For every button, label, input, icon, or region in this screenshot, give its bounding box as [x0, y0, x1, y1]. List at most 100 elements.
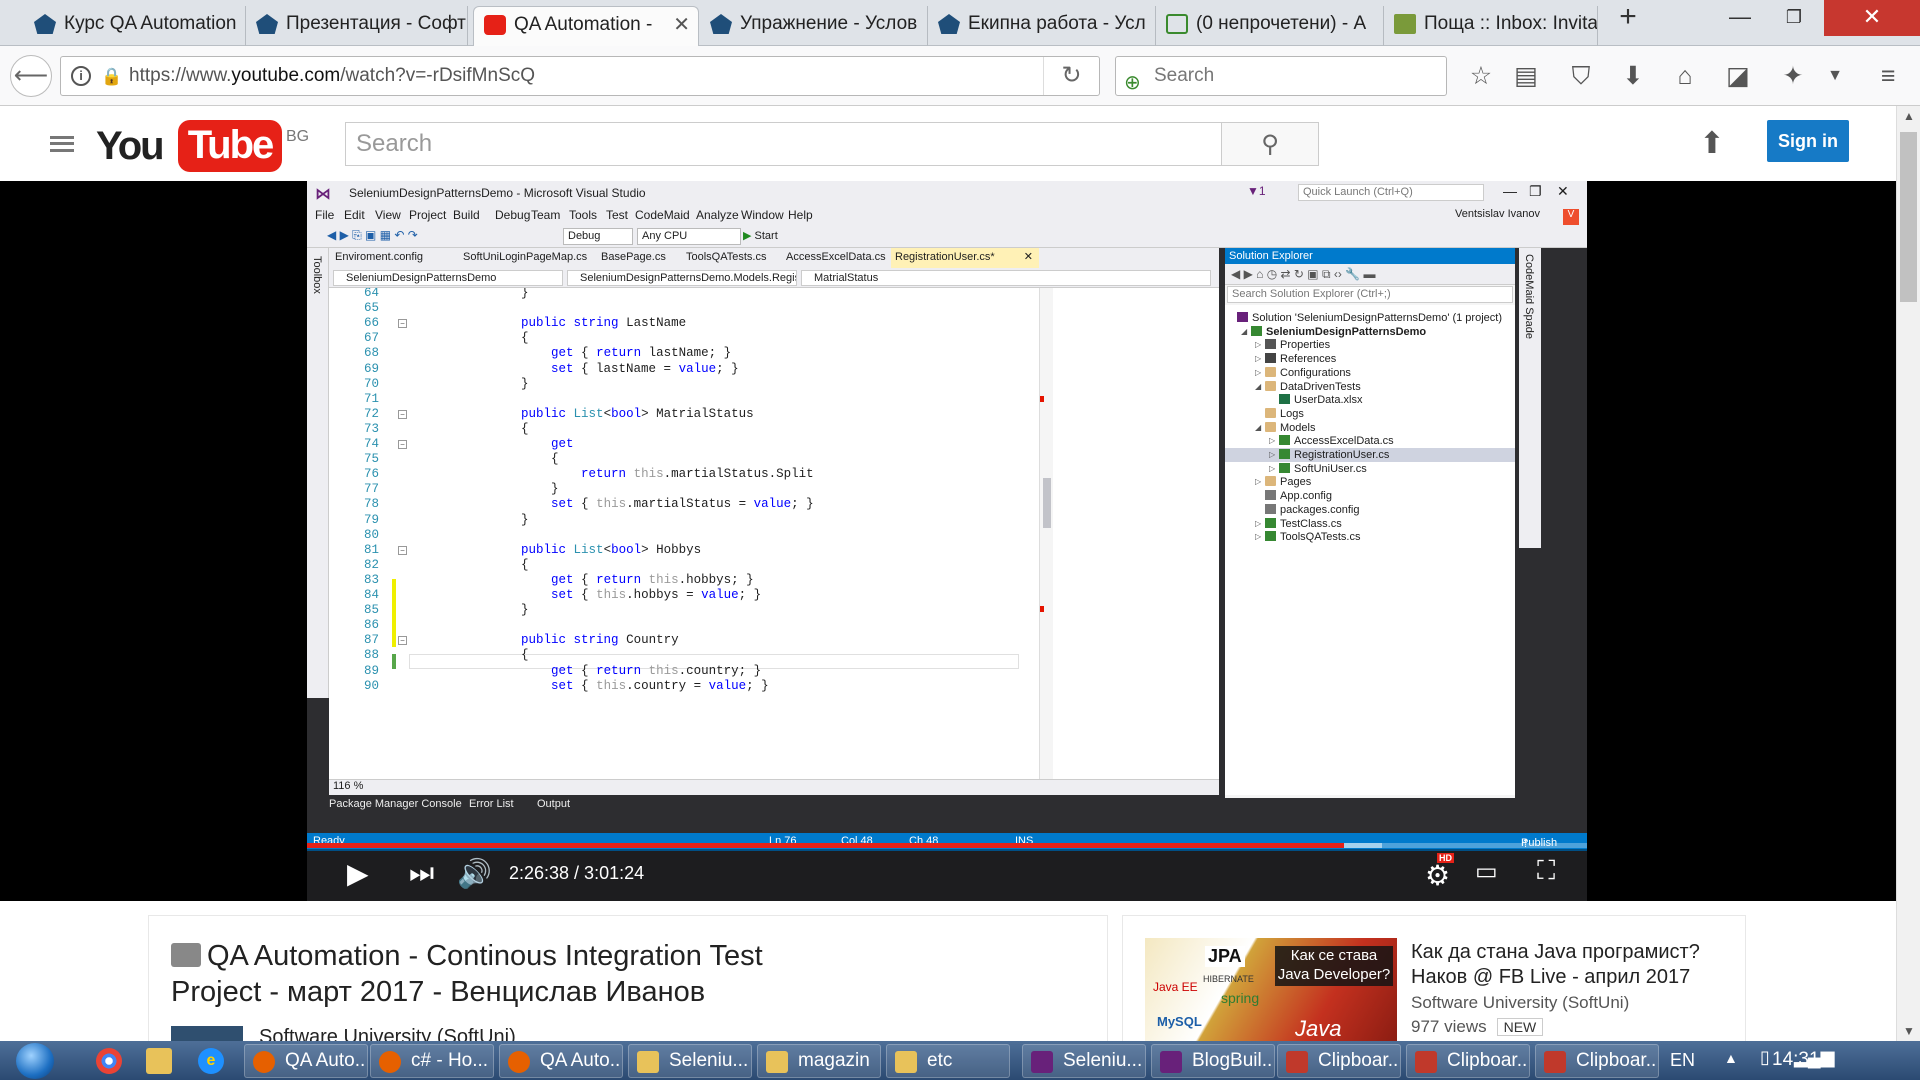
play-icon: ▶ [743, 230, 755, 242]
new-tab-button[interactable]: + [1604, 0, 1652, 36]
code-line: public List<bool> Hobbys [521, 542, 702, 557]
settings-gear-icon[interactable]: ⚙ [1425, 859, 1450, 892]
code-line: } [431, 512, 529, 527]
browser-tab[interactable]: Упражнение - Услов [700, 6, 928, 46]
tree-item: ▷ ToolsQATests.cs [1255, 531, 1361, 544]
scroll-down-icon[interactable]: ▼ [1897, 1021, 1920, 1041]
close-tab-icon[interactable]: ✕ [673, 7, 690, 43]
video-title: QA Automation - Continous Integration Te… [171, 940, 763, 1008]
related-title[interactable]: Как да стана Java програмист? Наков @ FB… [1411, 940, 1731, 990]
chevron-up-icon: ▲ [1724, 1050, 1738, 1066]
expand-icon: ▷ [1255, 532, 1262, 542]
project-dropdown: SeleniumDesignPatternsDemo [333, 270, 563, 286]
line-number: 83 [363, 572, 379, 587]
vs-menu-item: CodeMaid [635, 208, 690, 222]
theater-mode-icon[interactable]: ▭ [1475, 857, 1498, 886]
upload-icon[interactable]: ⬆ [1697, 126, 1727, 162]
reload-icon[interactable]: ↻ [1043, 57, 1099, 95]
chevron-down-icon[interactable]: ▼ [1817, 58, 1853, 94]
guide-menu-icon[interactable] [50, 136, 74, 152]
fullscreen-icon[interactable]: ⛶ [1537, 855, 1555, 887]
browser-tab[interactable]: Поща :: Inbox: Invita [1384, 6, 1598, 46]
browser-tab[interactable]: (0 непрочетени) - A [1156, 6, 1384, 46]
browser-tab[interactable]: Курс QA Automation [24, 6, 246, 46]
page-scrollbar[interactable]: ▲ ▼ [1896, 106, 1920, 1041]
minimize-icon[interactable]: — [1716, 0, 1764, 36]
tab-package-manager-console: Package Manager Console [329, 798, 462, 810]
thumbnail-java: Java [1295, 1016, 1342, 1041]
taskbar-button[interactable]: magazin [757, 1044, 881, 1078]
browser-tab[interactable]: Презентация - Софт [246, 6, 468, 46]
bookmark-star-icon[interactable]: ☆ [1463, 58, 1499, 94]
visual-studio-icon [1031, 1051, 1053, 1073]
browser-tab[interactable]: Екипна работа - Усл [928, 6, 1156, 46]
next-icon[interactable]: ⏭ [409, 857, 434, 890]
mail-icon [1394, 14, 1416, 34]
error-marker [1040, 606, 1044, 612]
browser-tab-active[interactable]: QA Automation - ✕ [473, 6, 699, 47]
hamburger-menu-icon[interactable]: ≡ [1870, 58, 1906, 94]
fold-icon: − [398, 545, 407, 555]
battery-icon: ▯ [1760, 1047, 1770, 1067]
tree-item: ▷ Pages [1255, 476, 1312, 489]
taskbar-button[interactable]: BlogBuil... [1151, 1044, 1275, 1078]
scrollbar-thumb [1043, 478, 1051, 528]
saved-lines-marker [392, 654, 396, 669]
related-thumbnail[interactable]: Как се става Java Developer? JPA Java EE… [1145, 938, 1397, 1046]
zoom-level: 116 % [329, 779, 1219, 795]
editor-tabs: Enviroment.config SoftUniLoginPageMap.cs… [329, 248, 1219, 268]
fold-icon: − [398, 636, 407, 646]
code-line: get { return this.country; } [551, 663, 762, 678]
taskbar-button[interactable]: c# - Ho... [370, 1044, 494, 1078]
volume-icon[interactable]: 🔊 [457, 857, 492, 890]
tree-item: ▷ References [1255, 353, 1337, 366]
editor-tab: Enviroment.config [335, 251, 424, 263]
close-window-icon[interactable]: ✕ [1824, 0, 1920, 36]
line-number: 76 [363, 467, 379, 482]
info-icon[interactable]: i [71, 66, 91, 86]
taskbar-button[interactable]: Seleniu... [628, 1044, 752, 1078]
fold-icon: − [398, 440, 407, 449]
tree-item: ◢ Models [1255, 421, 1316, 434]
related-video[interactable]: Как се става Java Developer? JPA Java EE… [1122, 915, 1746, 1046]
expand-icon: ▷ [1255, 354, 1262, 364]
sign-in-button[interactable]: Sign in [1767, 120, 1849, 162]
vs-menu-item: Test [606, 208, 629, 222]
line-number: 70 [363, 376, 379, 391]
code-line: { [431, 452, 559, 467]
home-icon[interactable]: ⌂ [1667, 58, 1703, 94]
downloads-icon[interactable]: ⬇ [1615, 58, 1651, 94]
search-icon[interactable]: ⚲ [1221, 122, 1319, 166]
back-button[interactable]: ⟵ [10, 55, 52, 97]
extension-icon[interactable]: ✦ [1775, 58, 1811, 94]
progress-bar[interactable] [307, 843, 1587, 848]
taskbar-button[interactable]: Clipboar... [1277, 1044, 1401, 1078]
pocket-icon[interactable]: ⛉ [1563, 58, 1599, 94]
video-player[interactable]: ⋈ SeleniumDesignPatternsDemo - Microsoft… [0, 181, 1896, 901]
reading-list-icon[interactable]: ▤ [1508, 58, 1544, 94]
notepad-icon[interactable] [146, 1048, 172, 1074]
url-bar[interactable]: i 🔒 https://www.youtube.com/watch?v=-rDs… [60, 56, 1100, 96]
language-indicator: EN [1670, 1050, 1696, 1070]
start-button[interactable] [16, 1043, 54, 1079]
taskbar-button[interactable]: QA Auto... [499, 1044, 623, 1078]
taskbar-button[interactable]: etc [886, 1044, 1010, 1078]
chrome-icon[interactable] [96, 1048, 122, 1074]
code-line: get { return lastName; } [551, 346, 732, 361]
browser-search-input[interactable]: ⊕ Search [1115, 56, 1447, 96]
taskbar-button[interactable]: Clipboar... [1535, 1044, 1659, 1078]
video-title-icon [171, 943, 201, 967]
extension-icon[interactable]: ◪ [1720, 58, 1756, 94]
close-icon: ✕ [1023, 251, 1033, 263]
visual-studio-screen: ⋈ SeleniumDesignPatternsDemo - Microsoft… [307, 181, 1587, 901]
taskbar-button[interactable]: Clipboar... [1406, 1044, 1530, 1078]
taskbar-button[interactable]: QA Auto... [244, 1044, 368, 1078]
line-number: 74 [363, 437, 379, 451]
restore-icon[interactable]: ❐ [1770, 0, 1818, 36]
taskbar-button[interactable]: Seleniu... [1022, 1044, 1146, 1078]
internet-explorer-icon[interactable]: e [198, 1048, 224, 1074]
scroll-up-icon[interactable]: ▲ [1897, 106, 1920, 126]
scrollbar-thumb[interactable] [1900, 132, 1917, 302]
play-icon[interactable]: ▶ [347, 857, 369, 890]
youtube-search-input[interactable]: Search [345, 122, 1222, 166]
